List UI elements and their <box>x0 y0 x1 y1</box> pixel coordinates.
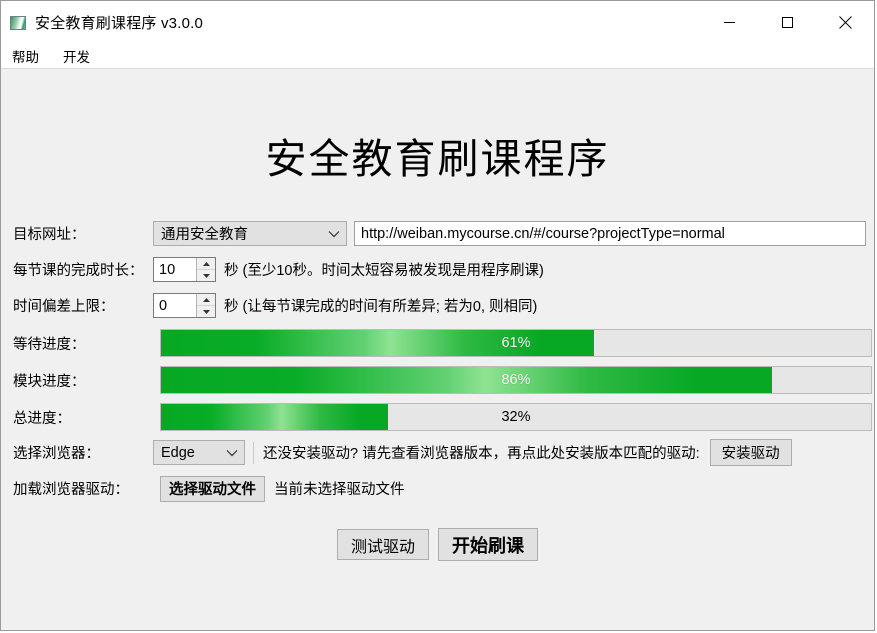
test-driver-button[interactable]: 测试驱动 <box>336 529 429 560</box>
module-progress-label: 模块进度： <box>13 373 86 390</box>
target-url-row: 目标网址： 通用安全教育 http://weiban.mycourse.cn/#… <box>1 220 874 247</box>
total-progress-value: 32% <box>501 409 531 425</box>
browser-select-value: Edge <box>161 444 195 461</box>
driver-file-status: 当前未选择驱动文件 <box>274 482 405 498</box>
total-progress-label: 总进度： <box>13 410 71 427</box>
choose-driver-file-button[interactable]: 选择驱动文件 <box>160 475 265 502</box>
time-deviation-stepper[interactable]: 0 <box>153 293 216 318</box>
close-button[interactable] <box>816 1 874 44</box>
chevron-down-icon <box>226 449 238 456</box>
lesson-duration-increment-button[interactable] <box>197 258 215 269</box>
total-progress-bar: 32% <box>160 403 872 431</box>
window-controls <box>700 1 874 44</box>
main-content: 安全教育刷课程序 目标网址： 通用安全教育 http://weiban.myco… <box>1 69 874 630</box>
maximize-icon <box>781 17 793 28</box>
project-type-select[interactable]: 通用安全教育 <box>153 221 347 246</box>
lesson-duration-label: 每节课的完成时长： <box>13 263 144 279</box>
lesson-duration-value[interactable]: 10 <box>154 258 196 281</box>
project-type-select-value: 通用安全教育 <box>161 227 248 243</box>
lesson-duration-decrement-button[interactable] <box>197 269 215 281</box>
install-driver-button[interactable]: 安装驱动 <box>709 439 792 466</box>
menu-item-help[interactable]: 帮助 <box>10 45 41 67</box>
app-window: 安全教育刷课程序 v3.0.0 帮助 开发 安全教育刷课程序 目标网址： 通用安… <box>0 0 875 631</box>
install-driver-hint: 还没安装驱动? 请先查看浏览器版本，再点此处安装版本匹配的驱动: <box>263 446 700 462</box>
page-title: 安全教育刷课程序 <box>265 136 610 182</box>
browser-select-row: 选择浏览器： Edge 还没安装驱动? 请先查看浏览器版本，再点此处安装版本匹配… <box>1 439 874 466</box>
module-progress-bar: 86% <box>160 366 872 394</box>
menu-bar: 帮助 开发 <box>1 44 874 69</box>
chevron-down-icon <box>328 230 340 237</box>
time-deviation-decrement-button[interactable] <box>197 305 215 317</box>
load-driver-label: 加载浏览器驱动： <box>13 482 129 498</box>
app-image-icon <box>10 15 26 30</box>
caret-down-icon <box>202 273 210 278</box>
browser-select[interactable]: Edge <box>153 440 245 465</box>
vertical-separator <box>253 441 254 464</box>
caret-down-icon <box>202 309 210 314</box>
waiting-progress-value: 61% <box>501 335 531 351</box>
module-progress-row: 模块进度： 86% <box>1 365 874 395</box>
menu-item-develop[interactable]: 开发 <box>61 45 92 67</box>
caret-up-icon <box>202 297 210 302</box>
time-deviation-increment-button[interactable] <box>197 294 215 305</box>
title-bar-left: 安全教育刷课程序 v3.0.0 <box>1 12 700 33</box>
target-url-label: 目标网址： <box>13 227 86 243</box>
action-buttons: 测试驱动 开始刷课 <box>1 528 874 561</box>
waiting-progress-label: 等待进度： <box>13 336 86 353</box>
title-bar: 安全教育刷课程序 v3.0.0 <box>1 1 874 44</box>
time-deviation-row: 时间偏差上限： 0 秒 (让每节课完成的时间有所差异; 若为0, 则相同) <box>1 292 874 319</box>
lesson-duration-arrows <box>196 258 215 281</box>
minimize-button[interactable] <box>700 1 758 44</box>
load-driver-row: 加载浏览器驱动： 选择驱动文件 当前未选择驱动文件 <box>1 475 874 502</box>
settings-form: 目标网址： 通用安全教育 http://weiban.mycourse.cn/#… <box>1 220 874 561</box>
lesson-duration-row: 每节课的完成时长： 10 秒 (至少10秒。时间太短容易被发现是用程序刷课) <box>1 256 874 283</box>
start-button[interactable]: 开始刷课 <box>438 528 538 561</box>
lesson-duration-hint: 秒 (至少10秒。时间太短容易被发现是用程序刷课) <box>224 263 544 279</box>
close-icon <box>838 16 852 29</box>
lesson-duration-stepper[interactable]: 10 <box>153 257 216 282</box>
time-deviation-hint: 秒 (让每节课完成的时间有所差异; 若为0, 则相同) <box>224 299 538 315</box>
time-deviation-value[interactable]: 0 <box>154 294 196 317</box>
window-title: 安全教育刷课程序 v3.0.0 <box>35 15 204 32</box>
time-deviation-label: 时间偏差上限： <box>13 299 115 315</box>
waiting-progress-bar: 61% <box>160 329 872 357</box>
time-deviation-arrows <box>196 294 215 317</box>
target-url-input[interactable]: http://weiban.mycourse.cn/#/course?proje… <box>354 221 866 246</box>
caret-up-icon <box>202 261 210 266</box>
browser-select-label: 选择浏览器： <box>13 446 100 462</box>
maximize-button[interactable] <box>758 1 816 44</box>
minimize-icon <box>723 22 735 23</box>
waiting-progress-row: 等待进度： 61% <box>1 328 874 358</box>
total-progress-row: 总进度： 32% <box>1 402 874 432</box>
module-progress-value: 86% <box>501 372 531 388</box>
